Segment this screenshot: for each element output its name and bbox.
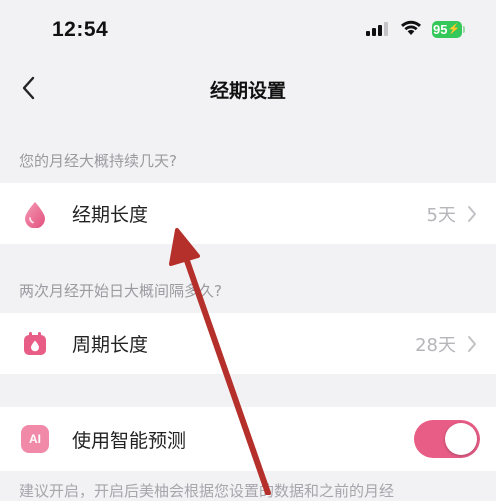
calendar-icon (24, 331, 46, 355)
period-length-row[interactable]: 经期长度 5天 (0, 183, 496, 244)
nav-bar: 经期设置 (0, 62, 496, 114)
page-title: 经期设置 (209, 80, 286, 102)
cycle-length-value: 28天 (415, 334, 456, 356)
smart-prediction-hint: 建议开启，开启后美柚会根据您设置的数据和之前的月经 (19, 482, 395, 500)
status-time: 12:54 (52, 18, 109, 41)
smart-prediction-row: AI 使用智能预测 (0, 407, 496, 471)
chevron-right-icon (468, 335, 476, 352)
period-length-value: 5天 (426, 204, 456, 226)
status-bar: 12:54 95 ⚡ (0, 0, 496, 62)
cycle-length-row[interactable]: 周期长度 28天 (0, 313, 496, 374)
battery-level: 95 (433, 22, 448, 37)
cellular-signal-icon (366, 22, 388, 36)
ai-icon-text: AI (29, 432, 41, 446)
cycle-length-label: 周期长度 (72, 334, 149, 356)
chevron-right-icon (468, 205, 476, 222)
wifi-icon (401, 20, 421, 35)
period-length-section-header: 您的月经大概持续几天? (19, 152, 177, 170)
smart-prediction-toggle[interactable] (414, 420, 480, 458)
ai-icon: AI (21, 425, 49, 453)
period-length-label: 经期长度 (72, 204, 149, 226)
cycle-length-section-header: 两次月经开始日大概间隔多久? (19, 282, 222, 300)
battery-cap (463, 26, 465, 33)
blood-drop-icon (25, 201, 45, 228)
battery-indicator: 95 ⚡ (432, 21, 462, 38)
smart-prediction-label: 使用智能预测 (72, 429, 187, 452)
toggle-knob (445, 423, 477, 455)
charging-icon: ⚡ (447, 24, 460, 35)
